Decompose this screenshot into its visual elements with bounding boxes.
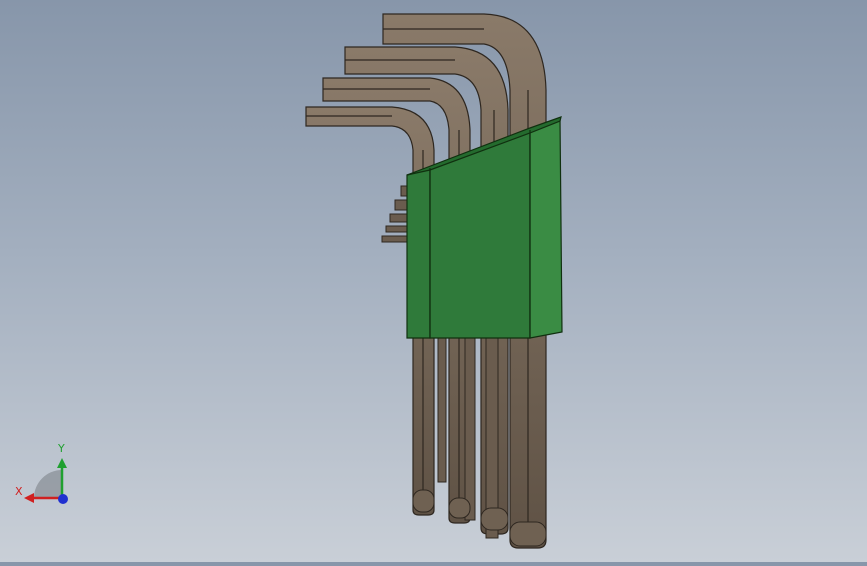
hex-key-set-model[interactable] [0,0,867,562]
axis-x-label: X [15,485,23,498]
coordinate-triad-icon: Y X [10,440,90,520]
3d-model-viewport[interactable]: Y X [0,0,867,562]
axis-y-label: Y [58,442,65,455]
